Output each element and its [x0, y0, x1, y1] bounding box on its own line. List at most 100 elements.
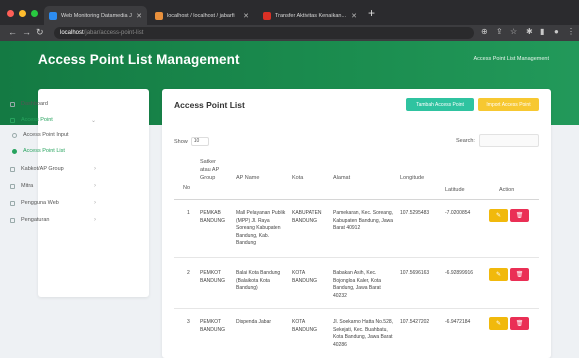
window-controls	[7, 10, 38, 17]
chevron-right-icon: ›	[94, 217, 96, 223]
chevron-right-icon: ›	[94, 183, 96, 189]
minimize-window-button[interactable]	[19, 10, 26, 17]
sidebar-item-pengguna-web[interactable]: Pengguna Web ›	[10, 200, 104, 206]
cell-latitude: -6.92899916	[445, 270, 474, 276]
page-title: Access Point List Management	[38, 52, 240, 67]
users-icon	[10, 200, 15, 206]
sidebar-item-access-point-list[interactable]: Access Point List	[12, 148, 106, 154]
cell-latitude: -7.0200854	[445, 210, 471, 216]
sidebar-item-pengaturan[interactable]: Pengaturan ›	[10, 217, 104, 223]
entries-select[interactable]: 10	[190, 137, 209, 146]
access-point-icon	[10, 117, 15, 123]
delete-button[interactable]: 🗑	[510, 209, 529, 222]
col-header-satker[interactable]: Satker atau AP Group	[200, 158, 225, 182]
zoom-icon[interactable]: ⊕	[481, 28, 489, 36]
cell-no: 3	[187, 319, 190, 325]
sidebar-item-access-point[interactable]: Access Point ⌄	[10, 117, 104, 124]
new-tab-button[interactable]: +	[368, 7, 375, 19]
cell-ap-name: Dispenda Jabar	[236, 319, 272, 325]
cell-ap-name: Mall Pelayanan Publik (MPP) Jl. Raya Sor…	[236, 210, 286, 246]
cell-longitude: 107.5295483	[400, 210, 430, 216]
url-field[interactable]: localhost /jabar/access-point-list	[54, 27, 474, 39]
sidebar-item-access-point-input[interactable]: Access Point Input	[12, 132, 106, 138]
col-header-latitude[interactable]: Latitude	[445, 186, 465, 194]
profile-icon[interactable]: ●	[554, 28, 562, 36]
sidebar-item-label: Pengguna Web	[21, 200, 59, 206]
settings-icon	[10, 217, 15, 223]
pencil-icon: ✎	[495, 213, 502, 219]
chevron-down-icon: ⌄	[90, 117, 96, 124]
tab-favicon-icon	[155, 11, 163, 20]
reload-icon[interactable]: ↻	[36, 27, 44, 38]
pencil-icon: ✎	[495, 321, 502, 327]
col-header-action: Action	[499, 187, 515, 193]
close-tab-icon[interactable]: ✕	[351, 12, 357, 20]
col-header-ap-name[interactable]: AP Name	[236, 174, 259, 182]
search-label: Search:	[456, 138, 475, 144]
group-icon	[10, 166, 15, 172]
import-access-point-button[interactable]: Import Access Point	[478, 98, 539, 111]
cell-longitude: 107.5427202	[400, 319, 430, 325]
cell-no: 2	[187, 270, 190, 276]
show-entries-label: Show	[174, 138, 188, 145]
extensions-icon[interactable]: ✱	[526, 28, 534, 36]
sidebar-item-label: Access Point	[21, 117, 53, 123]
browser-tab-bar: Web Monitoring Datamedia Jabar ✕ localho…	[0, 0, 579, 25]
tab-favicon-icon	[49, 11, 57, 20]
address-bar-row: ← → ↻ localhost /jabar/access-point-list…	[0, 25, 579, 41]
add-access-point-button[interactable]: Tambah Access Point	[406, 98, 474, 111]
delete-button[interactable]: 🗑	[510, 268, 529, 281]
sidebar-toggle-icon[interactable]: ▮	[540, 28, 548, 36]
cell-group: PEMKOT BANDUNG	[200, 270, 226, 284]
delete-button[interactable]: 🗑	[510, 317, 529, 330]
bookmark-star-icon[interactable]: ☆	[510, 28, 518, 36]
col-header-kota[interactable]: Kota	[292, 174, 303, 182]
browser-tab-2[interactable]: localhost / localhost / jabarfi ✕	[150, 6, 254, 25]
close-window-button[interactable]	[7, 10, 14, 17]
sidebar-item-label: Access Point List	[23, 148, 65, 154]
sidebar-item-dashboard[interactable]: Dashboard	[10, 101, 104, 107]
tab-favicon-icon	[263, 11, 271, 20]
circle-icon	[12, 132, 17, 138]
edit-button[interactable]: ✎	[489, 209, 508, 222]
sidebar-item-mitra[interactable]: Mitra ›	[10, 183, 104, 189]
row-divider	[174, 308, 539, 309]
browser-tab-3[interactable]: Transfer Aktivitas Kenaikan... ✕	[258, 6, 362, 25]
sidebar-item-label: Dashboard	[21, 101, 48, 107]
col-header-longitude[interactable]: Longitude	[400, 174, 424, 182]
sidebar-item-label: Access Point Input	[23, 132, 69, 138]
trash-icon: 🗑	[515, 321, 524, 327]
close-tab-icon[interactable]: ✕	[136, 12, 142, 20]
cell-group: PEMKAB BANDUNG	[200, 210, 226, 224]
cell-group: PEMKOT BANDUNG	[200, 319, 226, 333]
close-tab-icon[interactable]: ✕	[243, 12, 249, 20]
tab-title: Transfer Aktivitas Kenaikan...	[275, 12, 347, 19]
forward-icon[interactable]: →	[22, 27, 31, 38]
sidebar-item-kabkot-ap-group[interactable]: Kabkot/AP Group ›	[10, 166, 104, 172]
partner-icon	[10, 183, 15, 189]
edit-button[interactable]: ✎	[489, 268, 508, 281]
edit-button[interactable]: ✎	[489, 317, 508, 330]
cell-no: 1	[187, 210, 190, 216]
sidebar-item-label: Mitra	[21, 183, 34, 189]
sidebar-item-label: Pengaturan	[21, 217, 50, 223]
share-icon[interactable]: ⇪	[496, 28, 504, 36]
maximize-window-button[interactable]	[31, 10, 38, 17]
cell-kota: KOTA BANDUNG	[292, 319, 318, 333]
sidebar-item-label: Kabkot/AP Group	[21, 166, 64, 172]
col-header-alamat[interactable]: Alamat	[333, 174, 350, 182]
cell-alamat: Babakan Asih, Kec. Bojongloa Kaler, Kota…	[333, 270, 382, 299]
col-header-no[interactable]: No	[183, 184, 190, 192]
card-title: Access Point List	[174, 100, 245, 110]
browser-tab-1[interactable]: Web Monitoring Datamedia Jabar ✕	[44, 6, 147, 25]
pencil-icon: ✎	[495, 272, 502, 278]
chevron-right-icon: ›	[94, 200, 96, 206]
row-divider	[174, 257, 539, 258]
cell-alamat: Pamekaran, Kec. Soreang, Kabupaten Bandu…	[333, 210, 394, 231]
cell-alamat: Jl. Soekarno Hatta No.528, Sekejati, Kec…	[333, 319, 394, 348]
trash-icon: 🗑	[515, 213, 524, 219]
search-input[interactable]	[479, 134, 539, 147]
tab-title: Web Monitoring Datamedia Jabar	[61, 12, 132, 19]
back-icon[interactable]: ←	[8, 27, 17, 38]
browser-menu-icon[interactable]: ⋮	[567, 28, 575, 36]
